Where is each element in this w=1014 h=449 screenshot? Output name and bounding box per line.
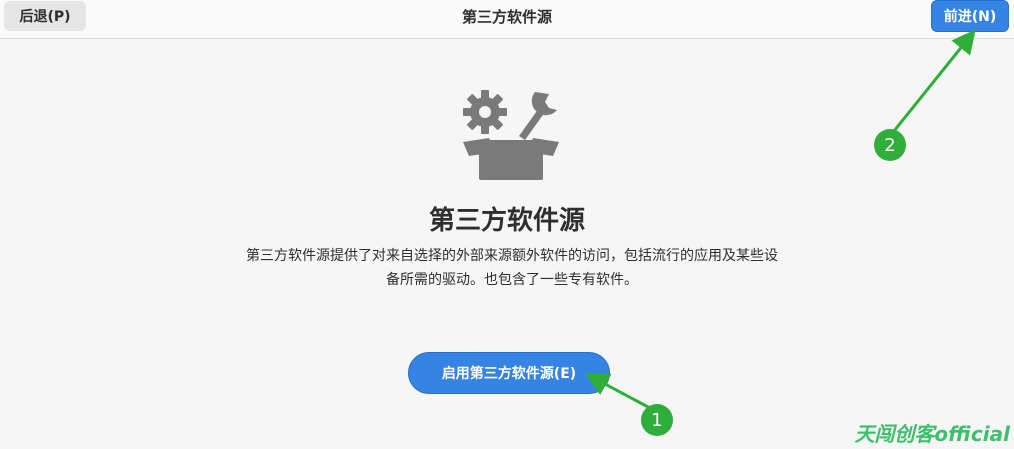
description-line-2: 备所需的驱动。也包含了一些专有软件。 — [386, 272, 638, 288]
description-line-1: 第三方软件源提供了对来自选择的外部来源额外软件的访问，包括流行的应用及某些设 — [246, 248, 778, 264]
watermark: 天闯创客official — [854, 422, 1010, 446]
annotation-marker-1: 1 — [641, 404, 673, 436]
next-button[interactable]: 前进(N) — [931, 0, 1009, 32]
box-with-gear-and-wrench-icon — [463, 90, 559, 180]
header-title: 第三方软件源 — [461, 7, 552, 26]
gear-icon — [463, 90, 507, 134]
header-bar: 后退(P) 第三方软件源 前进(N) — [0, 0, 1014, 39]
enable-third-party-sources-button[interactable]: 启用第三方软件源(E) — [408, 352, 610, 394]
arrow-2 — [888, 29, 976, 137]
description: 第三方软件源提供了对来自选择的外部来源额外软件的访问，包括流行的应用及某些设 备… — [222, 244, 802, 292]
page-title: 第三方软件源 — [428, 206, 585, 236]
annotation-marker-2: 2 — [874, 129, 906, 161]
wrench-icon — [519, 92, 557, 140]
box-icon — [463, 138, 559, 180]
